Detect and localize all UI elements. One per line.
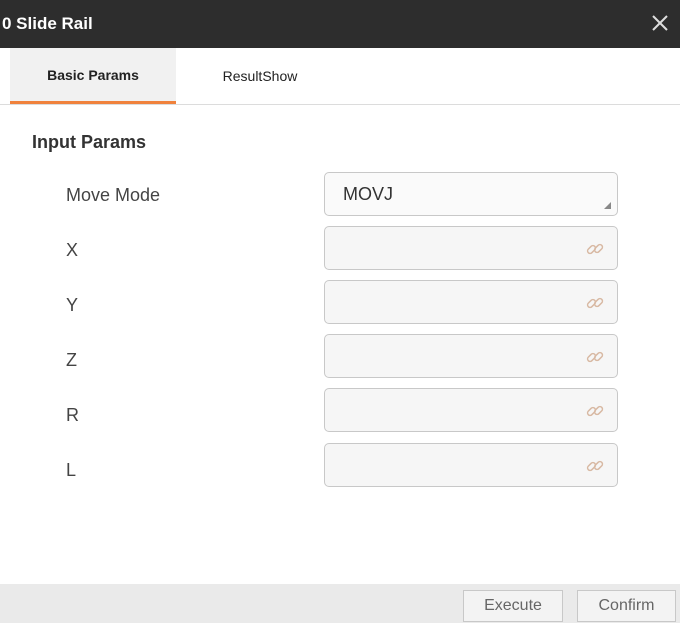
tab-basic-params[interactable]: Basic Params [10, 48, 176, 104]
titlebar: 0 Slide Rail [0, 0, 680, 48]
footer: Execute Confirm [0, 584, 680, 623]
r-field[interactable] [324, 388, 618, 432]
move-mode-value: MOVJ [343, 184, 394, 204]
l-field[interactable] [324, 443, 618, 487]
link-icon[interactable] [585, 456, 605, 476]
x-field[interactable] [324, 226, 618, 270]
link-icon[interactable] [585, 401, 605, 421]
x-label: X [66, 240, 79, 260]
execute-button[interactable]: Execute [463, 590, 563, 622]
r-label: R [66, 405, 79, 425]
z-field[interactable] [324, 334, 618, 378]
move-mode-label: Move Mode [66, 185, 161, 205]
dropdown-corner-icon [604, 202, 611, 209]
y-label: Y [66, 295, 79, 315]
link-icon[interactable] [585, 293, 605, 313]
tab-bar: Basic Params ResultShow [0, 48, 680, 105]
link-icon[interactable] [585, 239, 605, 259]
link-icon[interactable] [585, 347, 605, 367]
z-label: Z [66, 350, 77, 370]
move-mode-select[interactable]: MOVJ [324, 172, 618, 216]
window-title: 0 Slide Rail [2, 14, 93, 33]
section-title: Input Params [32, 132, 147, 152]
l-label: L [66, 460, 77, 480]
tab-result-show[interactable]: ResultShow [190, 48, 330, 104]
y-field[interactable] [324, 280, 618, 324]
close-icon[interactable] [646, 9, 674, 37]
confirm-button[interactable]: Confirm [577, 590, 676, 622]
